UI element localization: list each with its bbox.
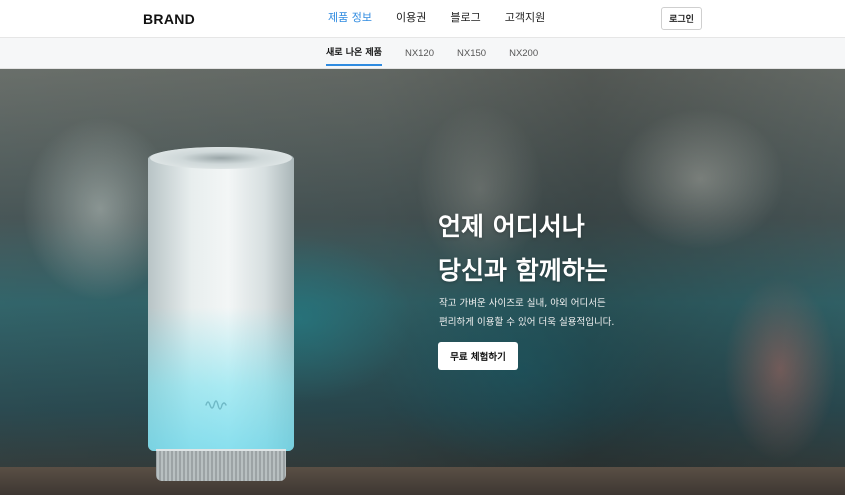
main-menu: 제품 정보 이용권 블로그 고객지원	[328, 11, 569, 25]
device-body	[148, 147, 294, 451]
login-button[interactable]: 로그인	[661, 7, 702, 30]
table-surface	[0, 467, 845, 495]
device-base-grille	[156, 451, 286, 481]
hero-title: 언제 어디서나 당신과 함께하는	[438, 205, 758, 293]
tab-nx150[interactable]: NX150	[457, 38, 486, 69]
menu-item-subscription[interactable]: 이용권	[396, 11, 426, 25]
tab-nx200[interactable]: NX200	[509, 38, 538, 69]
hero-desc-line-2: 편리하게 이용할 수 있어 더욱 실용적입니다.	[439, 317, 615, 328]
tab-new-products[interactable]: 새로 나온 제품	[326, 38, 382, 69]
device-glow	[148, 307, 294, 451]
device-speaker-top	[150, 147, 292, 169]
hero-title-line-1: 언제 어디서나	[438, 212, 585, 241]
free-trial-button[interactable]: 무료 체험하기	[438, 342, 518, 370]
tab-nx120[interactable]: NX120	[405, 38, 434, 69]
sub-navbar: 새로 나온 제품 NX120 NX150 NX200	[0, 38, 845, 69]
brand-logo[interactable]: BRAND	[143, 11, 195, 27]
hero-description: 작고 가벼운 사이즈로 실내, 야외 어디서든 편리하게 이용할 수 있어 더욱…	[439, 294, 759, 332]
wave-icon	[205, 400, 227, 410]
top-navbar: BRAND 제품 정보 이용권 블로그 고객지원 로그인	[0, 0, 845, 38]
menu-item-product-info[interactable]: 제품 정보	[328, 11, 372, 25]
hero-title-line-2: 당신과 함께하는	[438, 256, 608, 285]
menu-item-blog[interactable]: 블로그	[450, 11, 480, 25]
hero-desc-line-1: 작고 가벼운 사이즈로 실내, 야외 어디서든	[439, 298, 606, 309]
menu-item-support[interactable]: 고객지원	[505, 11, 545, 25]
product-image	[148, 147, 294, 487]
subnav-tabs: 새로 나온 제품 NX120 NX150 NX200	[326, 38, 561, 69]
hero-banner: 언제 어디서나 당신과 함께하는 작고 가벼운 사이즈로 실내, 야외 어디서든…	[0, 69, 845, 495]
